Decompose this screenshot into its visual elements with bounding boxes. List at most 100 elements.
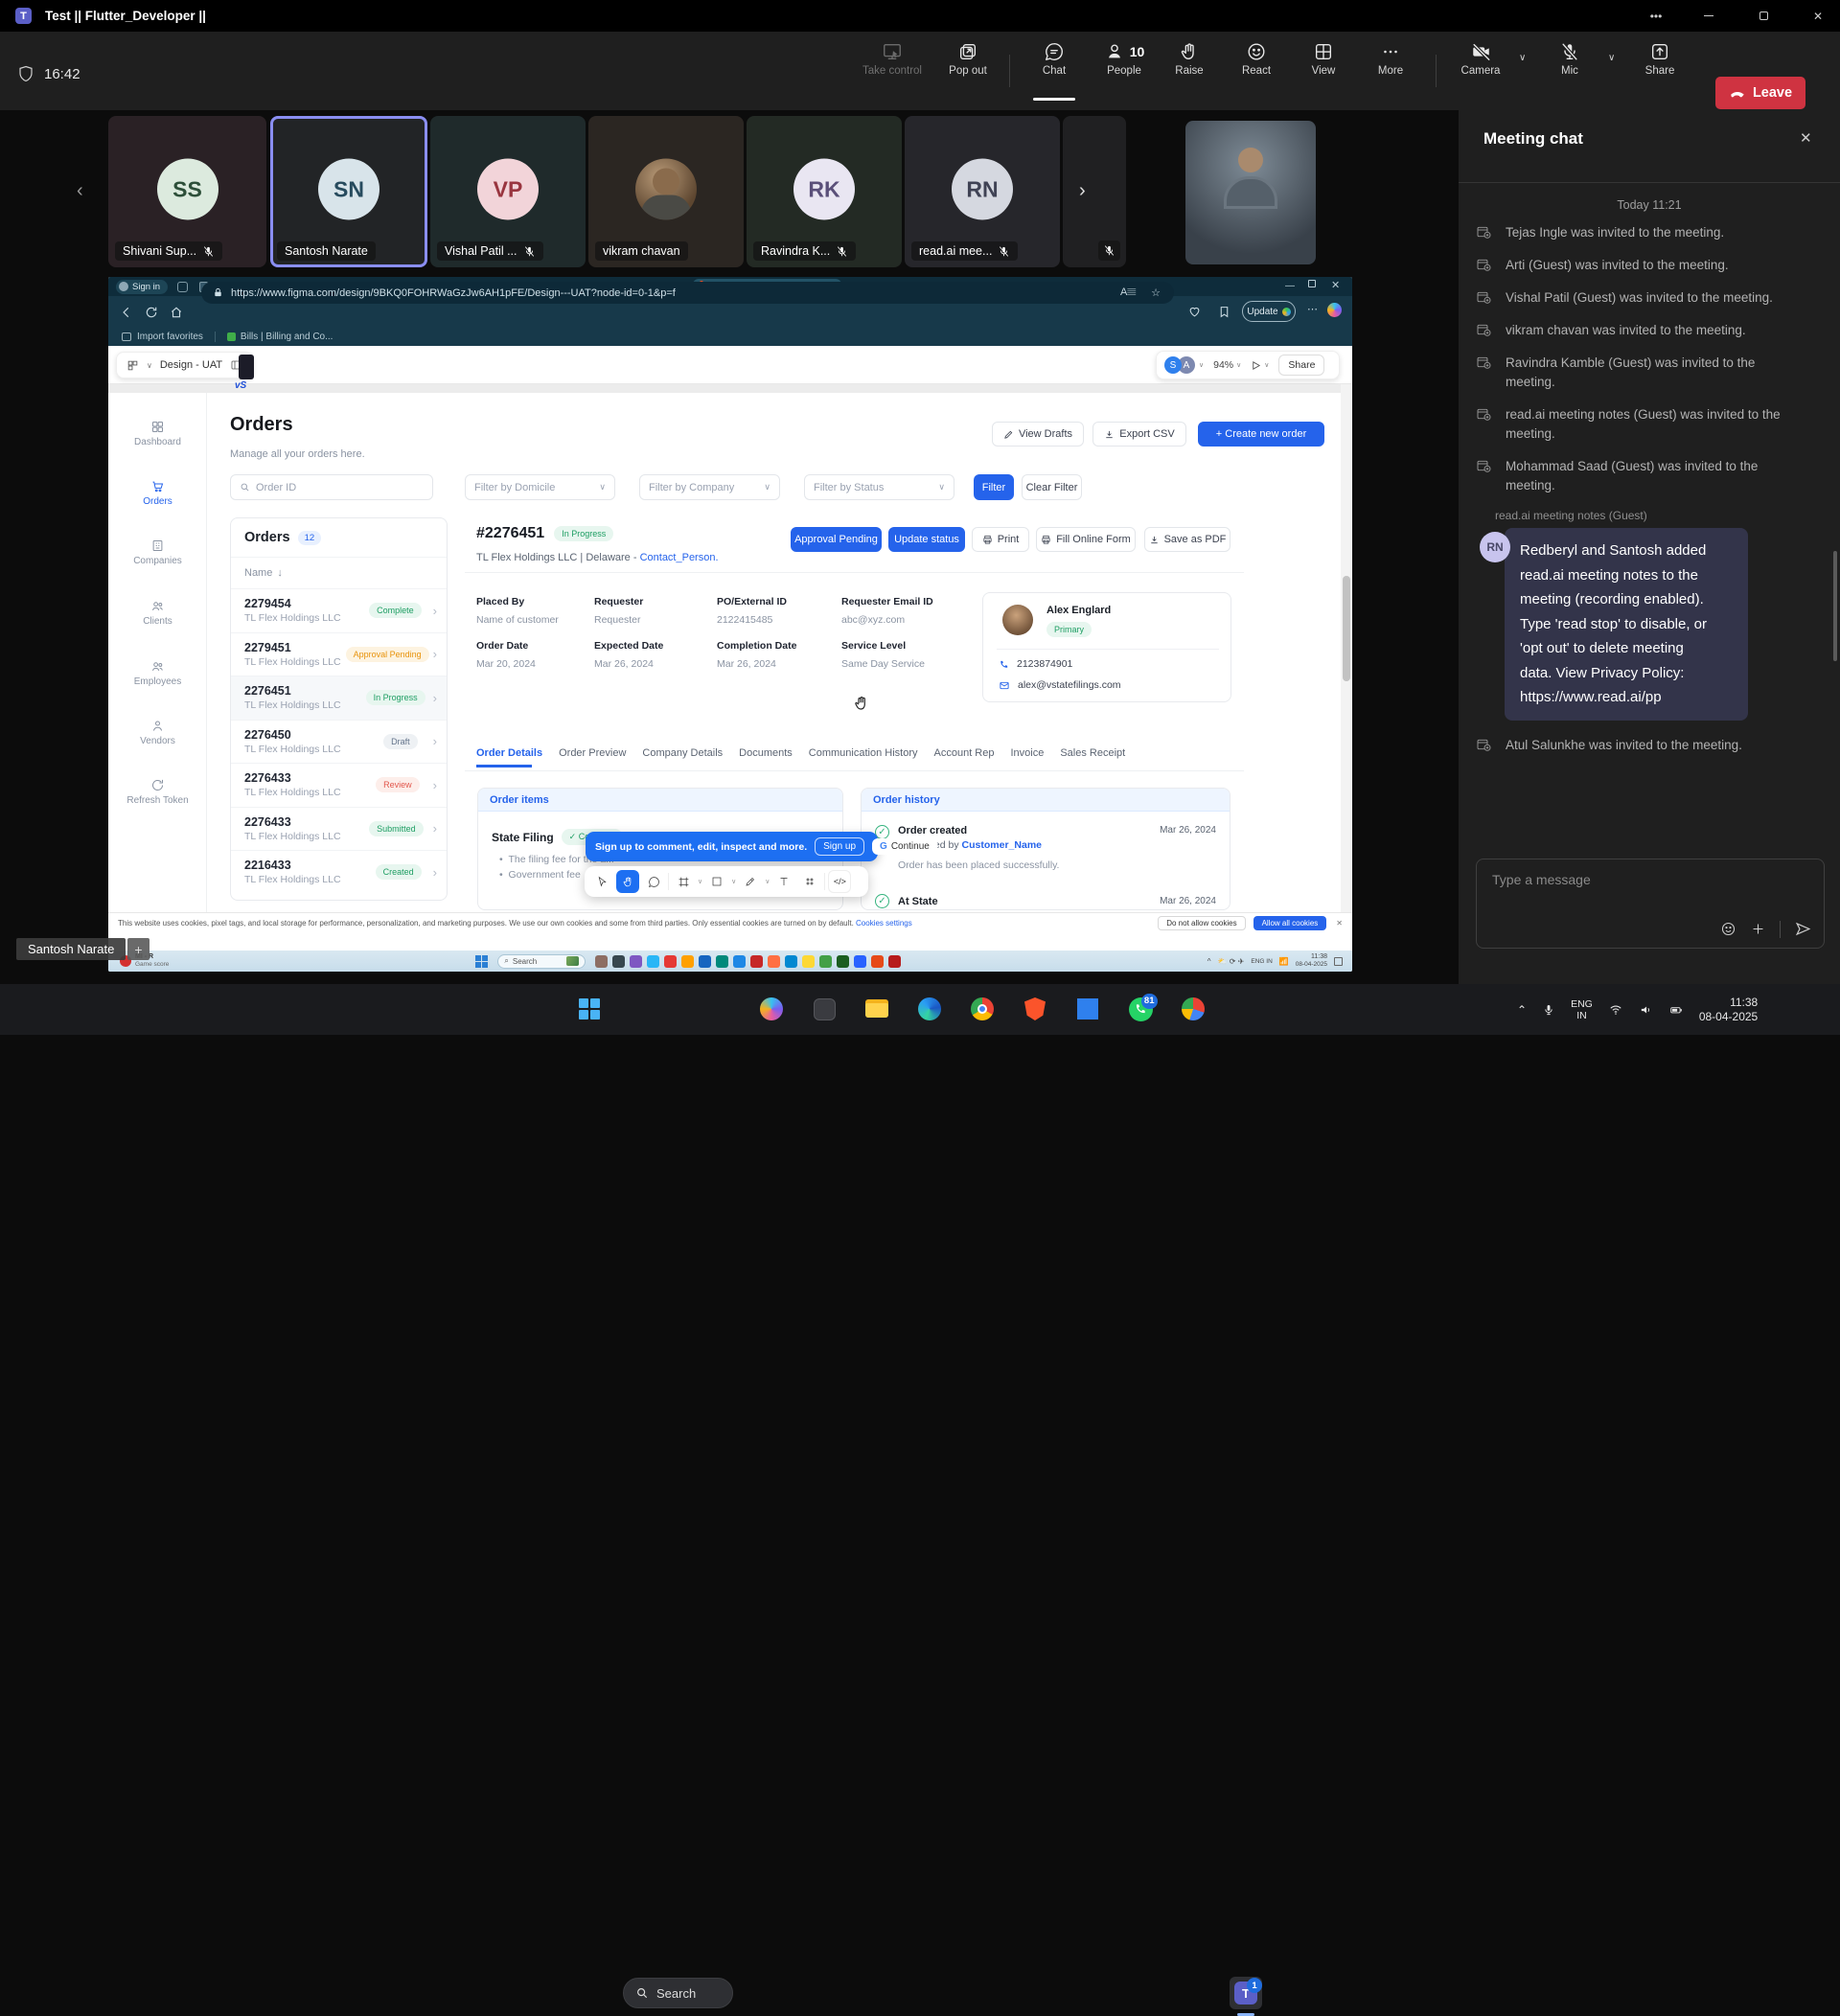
more-button[interactable]: More — [1360, 41, 1421, 77]
teams-taskbar-icon[interactable]: T 1 — [1230, 1977, 1262, 2009]
sidebar-item-clients[interactable]: Clients — [108, 599, 207, 627]
sidebar-item-employees[interactable]: Employees — [108, 659, 207, 687]
share-button[interactable]: Share — [1629, 41, 1690, 77]
save-as-pdf-button[interactable]: Save as PDF — [1144, 527, 1230, 552]
bookmark-import[interactable]: Import favorites — [137, 332, 203, 342]
mic-button[interactable]: Mic — [1539, 41, 1600, 77]
emoji-icon[interactable] — [1720, 921, 1736, 937]
home-icon[interactable] — [170, 306, 183, 319]
chrome-profile-icon[interactable] — [1179, 995, 1208, 1023]
copilot-taskbar-icon[interactable] — [757, 995, 786, 1023]
sidebar-item-vendors[interactable]: Vendors — [108, 719, 207, 746]
view-drafts-button[interactable]: View Drafts — [992, 422, 1084, 447]
inner-taskbar-apps[interactable] — [595, 955, 906, 968]
order-row[interactable]: 2276450TL Flex Holdings LLC Draft › — [231, 720, 447, 764]
inner-language[interactable]: ENG IN — [1251, 958, 1272, 965]
volume-icon[interactable] — [1639, 1003, 1653, 1017]
mic-options-chevron-icon[interactable]: ∨ — [1608, 53, 1615, 63]
browser-update-button[interactable]: Update — [1242, 301, 1296, 322]
window-more-icon[interactable]: ••• — [1634, 0, 1678, 32]
filter-domicile-select[interactable]: Filter by Domicile∨ — [465, 474, 615, 500]
tab-invoice[interactable]: Invoice — [1010, 747, 1044, 759]
collections-icon[interactable] — [1218, 306, 1230, 318]
language-indicator[interactable]: ENGIN — [1571, 998, 1593, 1021]
tray-chevron-icon[interactable]: ⌃ — [1517, 1003, 1527, 1017]
camera-button[interactable]: Camera — [1450, 41, 1511, 77]
attach-plus-icon[interactable] — [1750, 921, 1766, 937]
close-cookie-icon[interactable]: ✕ — [1336, 919, 1343, 928]
tab-documents[interactable]: Documents — [739, 747, 793, 759]
browser-minimize-icon[interactable]: — — [1285, 281, 1295, 291]
hand-tool-icon[interactable] — [616, 870, 639, 893]
order-row[interactable]: 2279451TL Flex Holdings LLC Approval Pen… — [231, 632, 447, 676]
inner-start-icon[interactable] — [475, 955, 488, 968]
browser-scrollbar[interactable] — [1341, 384, 1352, 912]
inner-tray-chevron-icon[interactable]: ^ — [1208, 957, 1211, 966]
close-chat-icon[interactable]: ✕ — [1800, 129, 1812, 147]
order-row[interactable]: 2279454TL Flex Holdings LLC Complete › — [231, 588, 447, 632]
filter-status-select[interactable]: Filter by Status∨ — [804, 474, 954, 500]
move-tool-icon[interactable] — [590, 870, 613, 893]
banner-sign-up-button[interactable]: Sign up — [815, 837, 864, 856]
brave-icon[interactable] — [1021, 995, 1049, 1023]
chevron-down-icon[interactable]: ∨ — [698, 878, 702, 885]
filter-company-select[interactable]: Filter by Company∨ — [639, 474, 780, 500]
order-row-selected[interactable]: 2276451TL Flex Holdings LLC In Progress … — [231, 676, 447, 720]
url-field[interactable]: https://www.figma.com/design/9BKQ0FOHRWa… — [201, 282, 1174, 304]
tiles-scroll-left-icon[interactable]: ‹ — [77, 180, 83, 202]
tiles-scroll-right-icon[interactable]: › — [1079, 180, 1086, 202]
comment-tool-icon[interactable] — [642, 870, 665, 893]
favorite-star-icon[interactable]: ☆ — [1151, 286, 1161, 299]
collaborator-avatar[interactable]: S — [1164, 356, 1182, 374]
customer-name-link[interactable]: Customer_Name — [962, 839, 1042, 851]
chat-input-box[interactable] — [1476, 859, 1825, 949]
tab-account-rep[interactable]: Account Rep — [934, 747, 995, 759]
text-tool-icon[interactable] — [772, 870, 795, 893]
order-id-search-input[interactable]: Order ID — [230, 474, 433, 500]
battery-icon[interactable] — [1668, 1003, 1684, 1017]
browser-close-icon[interactable]: ✕ — [1331, 279, 1340, 291]
tab-sales-receipt[interactable]: Sales Receipt — [1060, 747, 1125, 759]
browser-essentials-icon[interactable] — [1188, 306, 1201, 318]
copilot-icon[interactable] — [1327, 303, 1342, 317]
participant-tile[interactable]: RN read.ai mee... — [905, 116, 1060, 267]
figma-share-button[interactable]: Share — [1278, 355, 1324, 376]
create-new-order-button[interactable]: + Create new order — [1198, 422, 1324, 447]
chat-button[interactable]: Chat — [1024, 41, 1085, 77]
chevron-down-icon[interactable]: ∨ — [731, 878, 736, 885]
component-tool-icon[interactable] — [798, 870, 821, 893]
chrome-icon[interactable] — [968, 995, 997, 1023]
inner-notification-icon[interactable] — [1334, 957, 1343, 966]
tab-company-details[interactable]: Company Details — [642, 747, 723, 759]
figma-zoom-level[interactable]: 94% — [1213, 359, 1233, 371]
tab-order-details[interactable]: Order Details — [476, 747, 542, 759]
view-button[interactable]: View — [1293, 41, 1354, 77]
approval-pending-button[interactable]: Approval Pending — [791, 527, 882, 552]
participant-tile-partial[interactable] — [1063, 116, 1126, 267]
react-button[interactable]: React — [1226, 41, 1287, 77]
copilot-tab-icon[interactable] — [177, 282, 188, 292]
export-csv-button[interactable]: Export CSV — [1092, 422, 1186, 447]
present-icon[interactable] — [1251, 360, 1261, 371]
participant-tile[interactable]: SS Shivani Sup... — [108, 116, 266, 267]
people-button[interactable]: 10 People — [1086, 41, 1162, 77]
participant-tile-active-speaker[interactable]: SN Santosh Narate — [270, 116, 427, 267]
app-icon[interactable] — [810, 995, 839, 1023]
deny-cookies-button[interactable]: Do not allow cookies — [1158, 916, 1245, 930]
file-explorer-icon[interactable] — [862, 995, 891, 1023]
bookmark-bills[interactable]: Bills | Billing and Co... — [241, 332, 334, 342]
window-minimize-icon[interactable] — [1687, 0, 1731, 32]
tab-communication-history[interactable]: Communication History — [809, 747, 918, 759]
edge-icon[interactable] — [915, 995, 944, 1023]
whatsapp-icon[interactable]: 81 — [1126, 995, 1155, 1023]
browser-menu-icon[interactable]: ⋯ — [1307, 303, 1318, 315]
browser-maximize-icon[interactable] — [1308, 280, 1316, 287]
chevron-down-icon[interactable]: ∨ — [765, 878, 770, 885]
taskbar-search-box[interactable]: Search — [623, 1978, 733, 2008]
frame-tool-icon[interactable] — [672, 870, 695, 893]
sidebar-item-refresh-token[interactable]: Refresh Token — [108, 778, 207, 806]
read-aloud-icon[interactable]: A𝄙 — [1120, 286, 1136, 299]
print-button[interactable]: Print — [972, 527, 1029, 552]
contact-email[interactable]: alex@vstatefilings.com — [1018, 679, 1121, 691]
fill-online-form-button[interactable]: Fill Online Form — [1036, 527, 1136, 552]
